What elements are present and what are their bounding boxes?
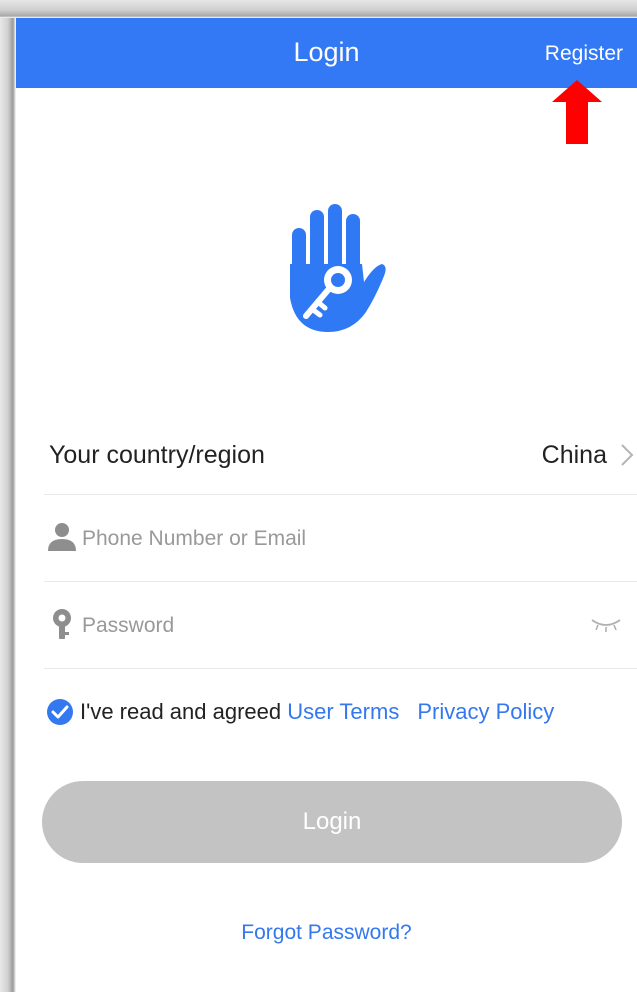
chevron-right-icon	[621, 444, 634, 466]
person-icon	[48, 523, 76, 551]
window-frame-top	[0, 0, 637, 18]
login-button[interactable]: Login	[42, 781, 622, 863]
eye-closed-icon[interactable]	[589, 616, 623, 634]
password-input[interactable]	[80, 608, 564, 644]
country-region-label: Your country/region	[49, 441, 265, 469]
window-frame-left	[0, 0, 16, 992]
user-terms-link[interactable]: User Terms	[287, 699, 399, 724]
login-screen: Login Register Your country/region China	[0, 0, 637, 992]
nav-bar: Login Register	[16, 18, 637, 88]
hand-key-logo-icon	[290, 204, 386, 332]
privacy-policy-link[interactable]: Privacy Policy	[417, 699, 554, 724]
country-region-value: China	[541, 441, 607, 469]
agreement-row: I've read and agreed User Terms Privacy P…	[44, 696, 637, 728]
forgot-password-link[interactable]: Forgot Password?	[16, 918, 637, 948]
key-icon	[53, 609, 71, 639]
register-button[interactable]: Register	[545, 40, 623, 68]
password-row	[44, 582, 637, 669]
red-up-arrow-icon	[552, 80, 602, 144]
phone-email-row	[44, 495, 637, 582]
agreement-text: I've read and agreed User Terms Privacy P…	[80, 696, 554, 728]
country-region-selector[interactable]: Your country/region China	[44, 420, 637, 495]
phone-email-input[interactable]	[80, 521, 564, 557]
agreement-label: I've read and agreed	[80, 699, 282, 724]
check-circle-icon[interactable]	[46, 698, 74, 726]
